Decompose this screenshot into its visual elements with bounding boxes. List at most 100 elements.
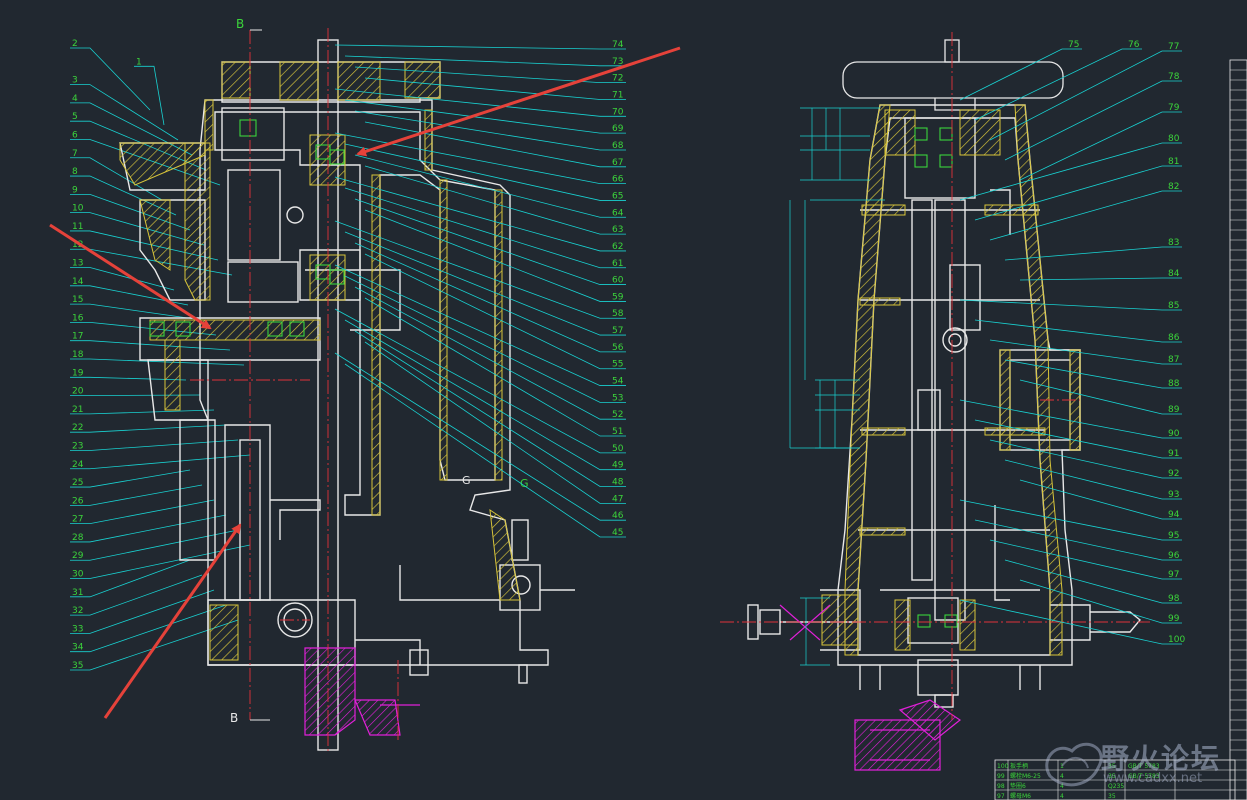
callout-mid-54: 54 [612,377,624,387]
right-leader-lines [959,48,1182,645]
callout-right-85: 85 [1168,301,1179,311]
middle-callout-numbers: 74 73 72 71 70 69 68 67 66 65 64 63 62 61 60 59 58 57 56 55… [612,40,624,538]
callout-right-94: 94 [1168,510,1180,520]
leader-right-98 [1004,559,1182,604]
callout-left-4: 4 [72,94,78,104]
callout-left-32: 32 [72,606,83,616]
callout-left-26: 26 [72,496,84,506]
callout-mid-51: 51 [612,427,623,437]
callout-left-20: 20 [72,387,84,397]
callout-left-6: 6 [72,130,78,140]
leader-mid-52 [354,286,626,420]
callout-left-1: 1 [136,57,142,67]
section-label-top: B [236,17,244,31]
callout-mid-70: 70 [612,107,624,117]
callout-right-84: 84 [1168,269,1180,279]
leader-right-75 [959,48,1082,101]
callout-left-31: 31 [72,588,83,598]
callout-left-25: 25 [72,478,83,488]
callout-mid-65: 65 [612,191,623,201]
section-mark-g-left: G [462,474,471,487]
left-sectional-view: B B G G 21345678910111213141516171819202… [70,17,626,752]
parts-table-cell: 螺栓M6-25 [1010,772,1041,780]
callout-left-15: 15 [72,295,83,305]
callout-mid-52: 52 [612,410,623,420]
callout-left-10: 10 [72,204,84,214]
callout-left-34: 34 [72,643,84,653]
parts-table-cell: 98 [997,783,1005,790]
callout-left-13: 13 [72,259,83,269]
callout-right-81: 81 [1168,157,1179,167]
callout-mid-69: 69 [612,124,624,134]
callout-mid-57: 57 [612,326,623,336]
callout-right-76: 76 [1128,40,1140,50]
callout-left-18: 18 [72,350,84,360]
leader-left-23 [70,439,239,451]
leader-left-17 [70,340,231,351]
callout-left-23: 23 [72,441,83,451]
callout-right-90: 90 [1168,429,1180,439]
callout-left-33: 33 [72,624,83,634]
callout-right-87: 87 [1168,355,1179,365]
callout-mid-72: 72 [612,74,623,84]
left-leader-lines [70,47,251,671]
callout-right-83: 83 [1168,238,1179,248]
callout-right-88: 88 [1168,379,1180,389]
leader-left-27 [70,499,215,525]
leader-mid-45 [344,363,626,538]
leader-left-28 [70,514,227,543]
callout-right-96: 96 [1168,551,1180,561]
frame-outline [747,104,1141,708]
callout-mid-58: 58 [612,309,624,319]
callout-left-16: 16 [72,313,84,323]
callout-right-77: 77 [1168,42,1179,52]
callout-right-75: 75 [1068,40,1079,50]
callout-right-86: 86 [1168,333,1180,343]
right-side-view: 75 76 77 78 79 80 81 82 83 84 85 86 87 88 89 90 91 92 93 94… [720,32,1185,771]
leader-mid-49 [344,319,626,471]
leader-mid-73 [344,55,626,67]
leader-mid-60 [354,198,626,285]
callout-left-27: 27 [72,515,83,525]
callout-left-21: 21 [72,405,83,415]
callout-mid-53: 53 [612,393,623,403]
leader-left-24 [70,454,251,470]
leader-right-96 [974,519,1182,561]
leader-right-76 [974,48,1142,121]
callout-left-28: 28 [72,533,84,543]
leader-left-29 [70,529,239,561]
callout-right-100: 100 [1168,635,1185,645]
callout-mid-50: 50 [612,444,624,454]
callout-mid-55: 55 [612,360,623,370]
leader-left-22 [70,424,227,433]
callout-left-19: 19 [72,368,84,378]
section-mark-b [250,29,270,721]
callout-mid-48: 48 [612,478,624,488]
callout-mid-73: 73 [612,57,623,67]
parts-table-cell: 97 [997,793,1005,800]
left-callout-numbers: 2134567891011121314151617181920212223242… [72,39,142,671]
callout-right-99: 99 [1168,614,1180,624]
callout-left-29: 29 [72,551,84,561]
leader-left-25 [70,469,191,488]
callout-mid-63: 63 [612,225,623,235]
leader-right-95 [959,499,1182,541]
callout-left-9: 9 [72,185,78,195]
callout-mid-67: 67 [612,158,623,168]
handwheel [842,39,1064,111]
callout-right-78: 78 [1168,72,1180,82]
leader-mid-68 [354,110,626,151]
callout-right-92: 92 [1168,469,1179,479]
cad-drawing-canvas: B B G G 21345678910111213141516171819202… [49,17,1247,800]
right-bearing-marks [914,127,958,628]
callout-left-22: 22 [72,423,83,433]
callout-left-35: 35 [72,661,83,671]
callout-right-93: 93 [1168,490,1179,500]
leader-right-79 [1019,111,1182,181]
callout-right-82: 82 [1168,182,1179,192]
parts-table-cell: 扳手柄 [1010,762,1028,770]
callout-right-98: 98 [1168,594,1180,604]
callout-mid-45: 45 [612,528,623,538]
callout-mid-68: 68 [612,141,624,151]
leader-left-26 [70,484,203,506]
